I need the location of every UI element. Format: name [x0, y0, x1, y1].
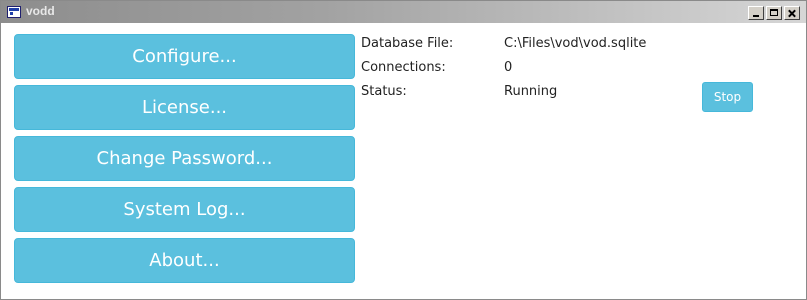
window-controls	[748, 6, 800, 20]
window-title: vodd	[26, 4, 55, 18]
system-log-button[interactable]: System Log...	[14, 187, 355, 232]
connections-label: Connections:	[361, 60, 446, 75]
title-bar[interactable]: vodd	[1, 1, 806, 23]
close-icon[interactable]	[784, 6, 800, 20]
license-button[interactable]: License...	[14, 85, 355, 130]
about-button[interactable]: About...	[14, 238, 355, 283]
database-file-label: Database File:	[361, 36, 454, 51]
maximize-icon[interactable]	[766, 6, 782, 20]
database-file-value: C:\Files\vod\vod.sqlite	[504, 36, 647, 51]
connections-value: 0	[504, 60, 513, 75]
menu-panel: Configure... License... Change Password.…	[14, 34, 355, 289]
configure-button[interactable]: Configure...	[14, 34, 355, 79]
change-password-button[interactable]: Change Password...	[14, 136, 355, 181]
stop-button[interactable]: Stop	[702, 82, 753, 112]
status-value: Running	[504, 84, 558, 99]
minimize-icon[interactable]	[748, 6, 764, 20]
app-window: vodd Configure... License... Change Pass…	[0, 0, 807, 300]
status-label: Status:	[361, 84, 407, 99]
app-window-icon[interactable]	[7, 6, 21, 18]
